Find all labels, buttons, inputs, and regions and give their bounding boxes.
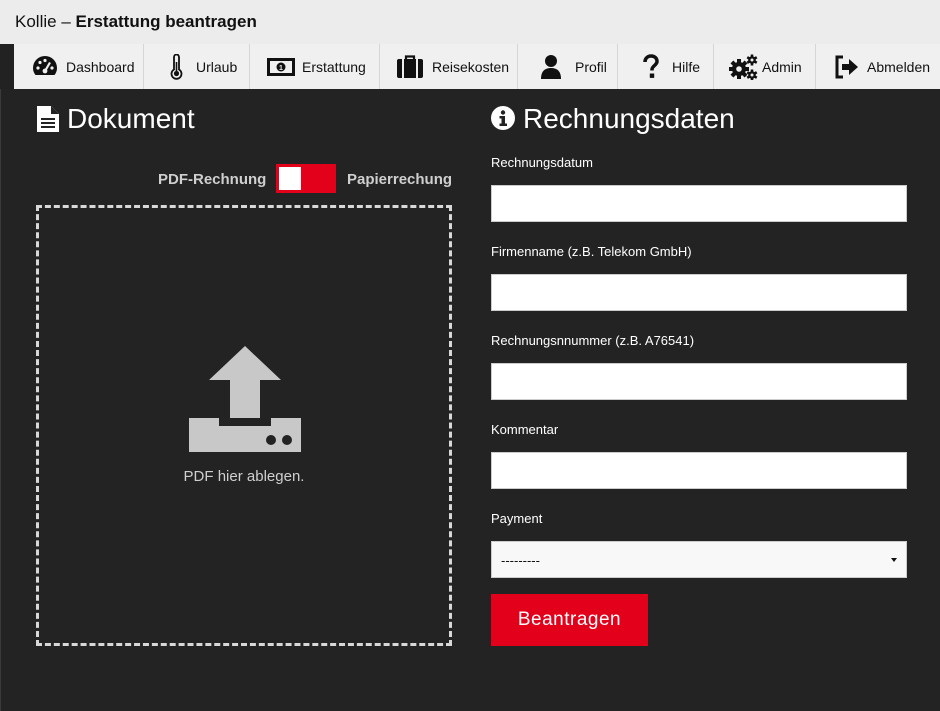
- upload-icon: [189, 346, 301, 452]
- money-bill-icon: 1: [267, 58, 295, 76]
- company-name-input[interactable]: [491, 274, 907, 311]
- nav-item-admin[interactable]: Admin: [714, 44, 816, 89]
- nav-label-urlaub: Urlaub: [196, 59, 238, 75]
- document-heading: Dokument: [67, 103, 195, 134]
- user-icon: [541, 55, 561, 79]
- caret-down-icon: [891, 558, 897, 562]
- svg-text:1: 1: [279, 65, 283, 72]
- nav-item-dashboard[interactable]: Dashboard: [14, 44, 144, 89]
- nav-label-profil: Profil: [575, 59, 607, 75]
- thermometer-icon: [170, 54, 183, 80]
- invoice-number-input[interactable]: [491, 363, 907, 400]
- sign-out-icon: [835, 55, 858, 79]
- toggle-label-pdf: PDF-Rechnung: [158, 171, 267, 188]
- file-icon: [37, 106, 59, 132]
- nav-item-profil[interactable]: Profil: [518, 44, 618, 89]
- nav-label-hilfe: Hilfe: [672, 59, 701, 75]
- app-name: Kollie: [15, 12, 57, 31]
- invoice-date-label: Rechnungsdatum: [491, 155, 593, 170]
- payment-select[interactable]: ---------: [491, 541, 907, 578]
- nav-label-reisekosten: Reisekosten: [432, 59, 510, 75]
- nav-label-admin: Admin: [762, 59, 802, 75]
- invoice-heading: Rechnungsdaten: [523, 103, 735, 134]
- toggle-knob: [279, 167, 301, 190]
- question-icon: [643, 54, 659, 78]
- page-title: Erstattung beantragen: [75, 12, 257, 31]
- pdf-dropzone[interactable]: PDF hier ablegen.: [36, 205, 452, 646]
- left-edge: [0, 44, 14, 89]
- main-panel: Dokument PDF-Rechnung Papierrechung PDF …: [0, 89, 940, 711]
- nav-label-erstattung: Erstattung: [302, 59, 366, 75]
- company-name-label: Firmenname (z.B. Telekom GmbH): [491, 244, 692, 259]
- invoice-number-label: Rechnungsnnummer (z.B. A76541): [491, 333, 695, 348]
- nav-item-hilfe[interactable]: Hilfe: [618, 44, 714, 89]
- info-icon: [491, 106, 515, 130]
- submit-button[interactable]: Beantragen: [491, 594, 648, 646]
- payment-label: Payment: [491, 511, 543, 526]
- title-bar: Kollie – Erstattung beantragen: [0, 0, 940, 44]
- dashboard-icon: [33, 56, 57, 75]
- invoice-date-input[interactable]: [491, 185, 907, 222]
- comment-label: Kommentar: [491, 422, 559, 437]
- window-title: Kollie – Erstattung beantragen: [15, 12, 257, 32]
- nav-label-abmelden: Abmelden: [867, 59, 931, 75]
- nav-item-urlaub[interactable]: Urlaub: [144, 44, 250, 89]
- cogs-icon: [729, 54, 758, 80]
- main-nav: Dashboard Urlaub 1 Erstattung Reisekoste…: [14, 44, 940, 89]
- nav-item-reisekosten[interactable]: Reisekosten: [380, 44, 518, 89]
- nav-item-abmelden[interactable]: Abmelden: [816, 44, 940, 89]
- drop-hint: PDF hier ablegen.: [183, 468, 305, 485]
- title-separator: –: [56, 12, 76, 31]
- nav-label-dashboard: Dashboard: [66, 59, 135, 75]
- comment-input[interactable]: [491, 452, 907, 489]
- payment-selected-value: ---------: [501, 553, 540, 568]
- suitcase-icon: [397, 55, 423, 78]
- nav-item-erstattung[interactable]: 1 Erstattung: [250, 44, 380, 89]
- toggle-label-paper: Papierrechung: [347, 171, 453, 188]
- invoice-type-toggle[interactable]: [276, 164, 336, 193]
